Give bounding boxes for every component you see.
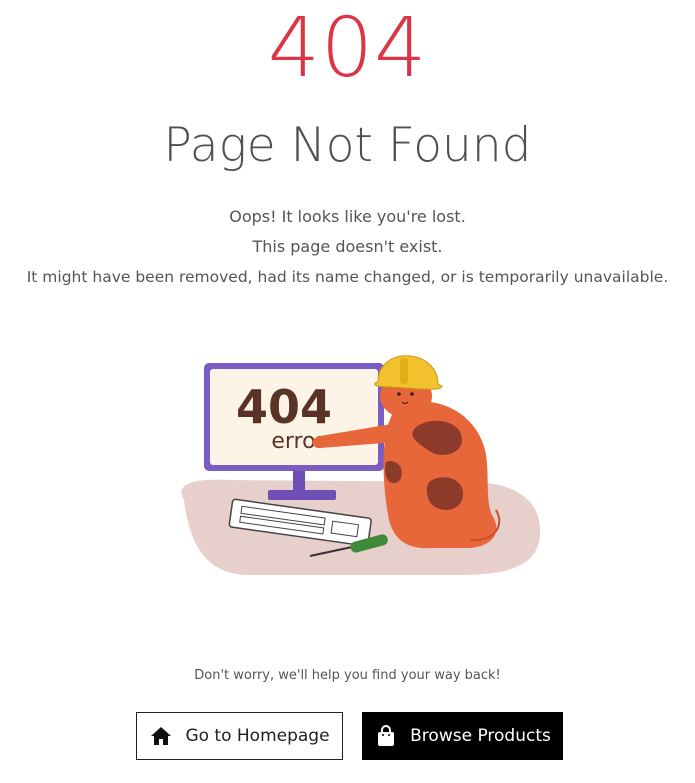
shopping-bag-icon <box>374 724 398 748</box>
go-to-homepage-label: Go to Homepage <box>185 726 330 746</box>
screen-code-text: 404 <box>236 380 332 434</box>
go-to-homepage-button[interactable]: Go to Homepage <box>136 712 343 760</box>
browse-products-button[interactable]: Browse Products <box>362 712 563 760</box>
hard-hat-icon <box>374 355 443 390</box>
cat-eye-left <box>397 392 401 396</box>
browse-products-label: Browse Products <box>410 726 551 746</box>
help-text: Don't worry, we'll help you find your wa… <box>194 668 501 683</box>
error-message-1: Oops! It looks like you're lost. <box>229 207 466 226</box>
error-code: 404 <box>267 1 428 96</box>
page-title: Page Not Found <box>163 118 532 173</box>
error-message-2: This page doesn't exist. <box>252 237 443 256</box>
404-cat-illustration: 404 error <box>181 355 541 575</box>
error-message-3: It might have been removed, had its name… <box>26 268 669 286</box>
monitor-stand-base <box>268 490 336 500</box>
monitor-stand-neck <box>293 468 305 492</box>
home-icon <box>149 724 173 748</box>
cat-eye-right <box>410 392 414 396</box>
